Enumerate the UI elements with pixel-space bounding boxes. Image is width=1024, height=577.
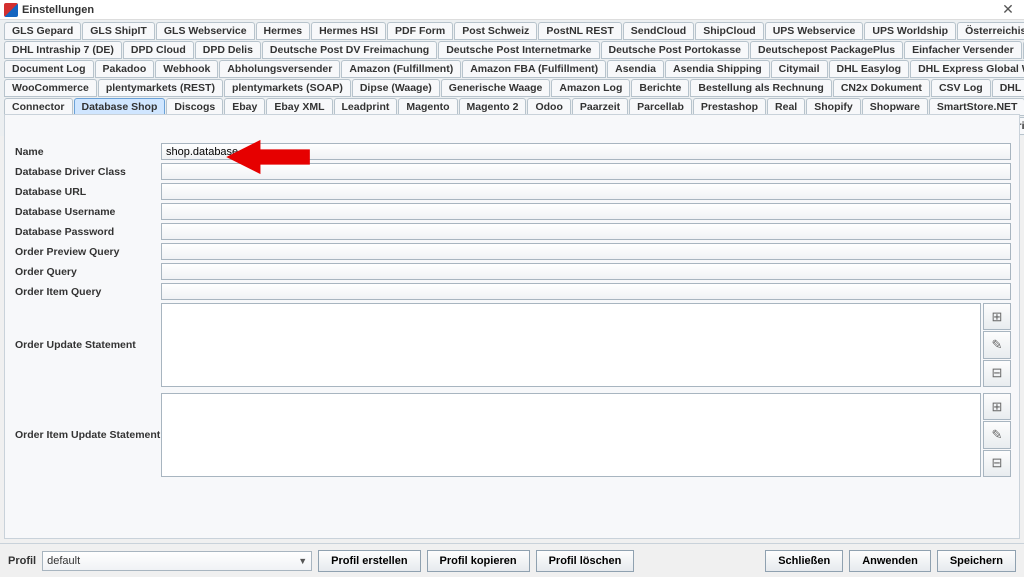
itemupdate-add-button[interactable]: ⊞: [983, 393, 1011, 420]
tab-gls-shipit[interactable]: GLS ShipIT: [82, 22, 155, 40]
tab-deutschepost-packageplus[interactable]: Deutschepost PackagePlus: [750, 41, 903, 59]
user-label: Database Username: [13, 206, 161, 218]
tab-plentymarkets-soap-[interactable]: plentymarkets (SOAP): [224, 79, 351, 97]
tab-gls-gepard[interactable]: GLS Gepard: [4, 22, 81, 40]
pencil-icon: ✎: [992, 427, 1003, 443]
item-input[interactable]: [161, 283, 1011, 300]
apply-button[interactable]: Anwenden: [849, 550, 931, 572]
preview-input[interactable]: [161, 243, 1011, 260]
tab-shipcloud[interactable]: ShipCloud: [695, 22, 764, 40]
driver-label: Database Driver Class: [13, 166, 161, 178]
tab-deutsche-post-internetmarke[interactable]: Deutsche Post Internetmarke: [438, 41, 599, 59]
tab-amazon-fba-fulfillment-[interactable]: Amazon FBA (Fulfillment): [462, 60, 606, 78]
update-textarea[interactable]: [161, 303, 981, 387]
tab-ups-worldship[interactable]: UPS Worldship: [864, 22, 956, 40]
profile-copy-button[interactable]: Profil kopieren: [427, 550, 530, 572]
driver-input[interactable]: [161, 163, 1011, 180]
tab-dpd-delis[interactable]: DPD Delis: [195, 41, 261, 59]
tab-einfacher-versender[interactable]: Einfacher Versender: [904, 41, 1022, 59]
user-input[interactable]: [161, 203, 1011, 220]
minus-icon: ⊟: [992, 365, 1003, 381]
update-add-button[interactable]: ⊞: [983, 303, 1011, 330]
close-button[interactable]: Schließen: [765, 550, 843, 572]
itemupdate-remove-button[interactable]: ⊟: [983, 450, 1011, 477]
tab-cn2x-dokument[interactable]: CN2x Dokument: [833, 79, 930, 97]
tab-berichte[interactable]: Berichte: [631, 79, 689, 97]
tab-post-schweiz[interactable]: Post Schweiz: [454, 22, 537, 40]
itemupdate-edit-button[interactable]: ✎: [983, 421, 1011, 448]
order-label: Order Query: [13, 266, 161, 278]
tab-dhl-express-global-ws[interactable]: DHL Express Global WS: [910, 60, 1024, 78]
tab-abholungsversender[interactable]: Abholungsversender: [219, 60, 340, 78]
plus-icon: ⊞: [992, 309, 1003, 325]
window-title: Einstellungen: [22, 4, 996, 16]
tab-dipse-waage-[interactable]: Dipse (Waage): [352, 79, 440, 97]
pencil-icon: ✎: [992, 337, 1003, 353]
tab-csv-log[interactable]: CSV Log: [931, 79, 991, 97]
minus-icon: ⊟: [992, 455, 1003, 471]
tab-plentymarkets-rest-[interactable]: plentymarkets (REST): [98, 79, 223, 97]
update-label: Order Update Statement: [13, 339, 161, 351]
pass-input[interactable]: [161, 223, 1011, 240]
url-label: Database URL: [13, 186, 161, 198]
tab-generische-waage[interactable]: Generische Waage: [441, 79, 551, 97]
tab-deutsche-post-dv-freimachung[interactable]: Deutsche Post DV Freimachung: [262, 41, 437, 59]
tab-amazon-log[interactable]: Amazon Log: [551, 79, 630, 97]
preview-label: Order Preview Query: [13, 246, 161, 258]
tab-hermes-hsi[interactable]: Hermes HSI: [311, 22, 386, 40]
tab--sterreichische-post[interactable]: Österreichische Post: [957, 22, 1024, 40]
profile-select[interactable]: default ▼: [42, 551, 312, 571]
name-label: Name: [13, 146, 161, 158]
itemupdate-label: Order Item Update Statement: [13, 429, 161, 441]
update-edit-button[interactable]: ✎: [983, 331, 1011, 358]
close-icon[interactable]: ✕: [996, 1, 1020, 18]
tab-pakadoo[interactable]: Pakadoo: [95, 60, 155, 78]
app-icon: [4, 3, 18, 17]
item-label: Order Item Query: [13, 286, 161, 298]
tab-bestellung-als-rechnung[interactable]: Bestellung als Rechnung: [690, 79, 831, 97]
tab-postnl-rest[interactable]: PostNL REST: [538, 22, 621, 40]
tab-deutsche-post-portokasse[interactable]: Deutsche Post Portokasse: [601, 41, 749, 59]
tab-dhl-retoure[interactable]: DHL Retoure: [992, 79, 1024, 97]
tab-dhl-easylog[interactable]: DHL Easylog: [829, 60, 910, 78]
tab-dhl-intraship-7-de-[interactable]: DHL Intraship 7 (DE): [4, 41, 122, 59]
tab-hermes[interactable]: Hermes: [256, 22, 311, 40]
update-remove-button[interactable]: ⊟: [983, 360, 1011, 387]
tab-sendcloud[interactable]: SendCloud: [623, 22, 694, 40]
tab-pdf-form[interactable]: PDF Form: [387, 22, 453, 40]
tab-citymail[interactable]: Citymail: [771, 60, 828, 78]
tab-ups-webservice[interactable]: UPS Webservice: [765, 22, 864, 40]
tab-gls-webservice[interactable]: GLS Webservice: [156, 22, 255, 40]
tab-asendia[interactable]: Asendia: [607, 60, 664, 78]
profile-delete-button[interactable]: Profil löschen: [536, 550, 635, 572]
plus-icon: ⊞: [992, 399, 1003, 415]
save-button[interactable]: Speichern: [937, 550, 1016, 572]
profile-label: Profil: [8, 555, 36, 567]
pass-label: Database Password: [13, 226, 161, 238]
itemupdate-textarea[interactable]: [161, 393, 981, 477]
url-input[interactable]: [161, 183, 1011, 200]
tab-dpd-cloud[interactable]: DPD Cloud: [123, 41, 194, 59]
tab-amazon-fulfillment-[interactable]: Amazon (Fulfillment): [341, 60, 461, 78]
profile-create-button[interactable]: Profil erstellen: [318, 550, 420, 572]
tab-woocommerce[interactable]: WooCommerce: [4, 79, 97, 97]
settings-panel: Name Database Driver Class Database URL …: [4, 114, 1020, 539]
order-input[interactable]: [161, 263, 1011, 280]
bottom-bar: Profil default ▼ Profil erstellen Profil…: [0, 543, 1024, 577]
tab-asendia-shipping[interactable]: Asendia Shipping: [665, 60, 770, 78]
tab-document-log[interactable]: Document Log: [4, 60, 94, 78]
chevron-down-icon: ▼: [298, 556, 307, 566]
name-input[interactable]: [161, 143, 1011, 160]
profile-value: default: [47, 555, 80, 567]
tab-webhook[interactable]: Webhook: [155, 60, 218, 78]
